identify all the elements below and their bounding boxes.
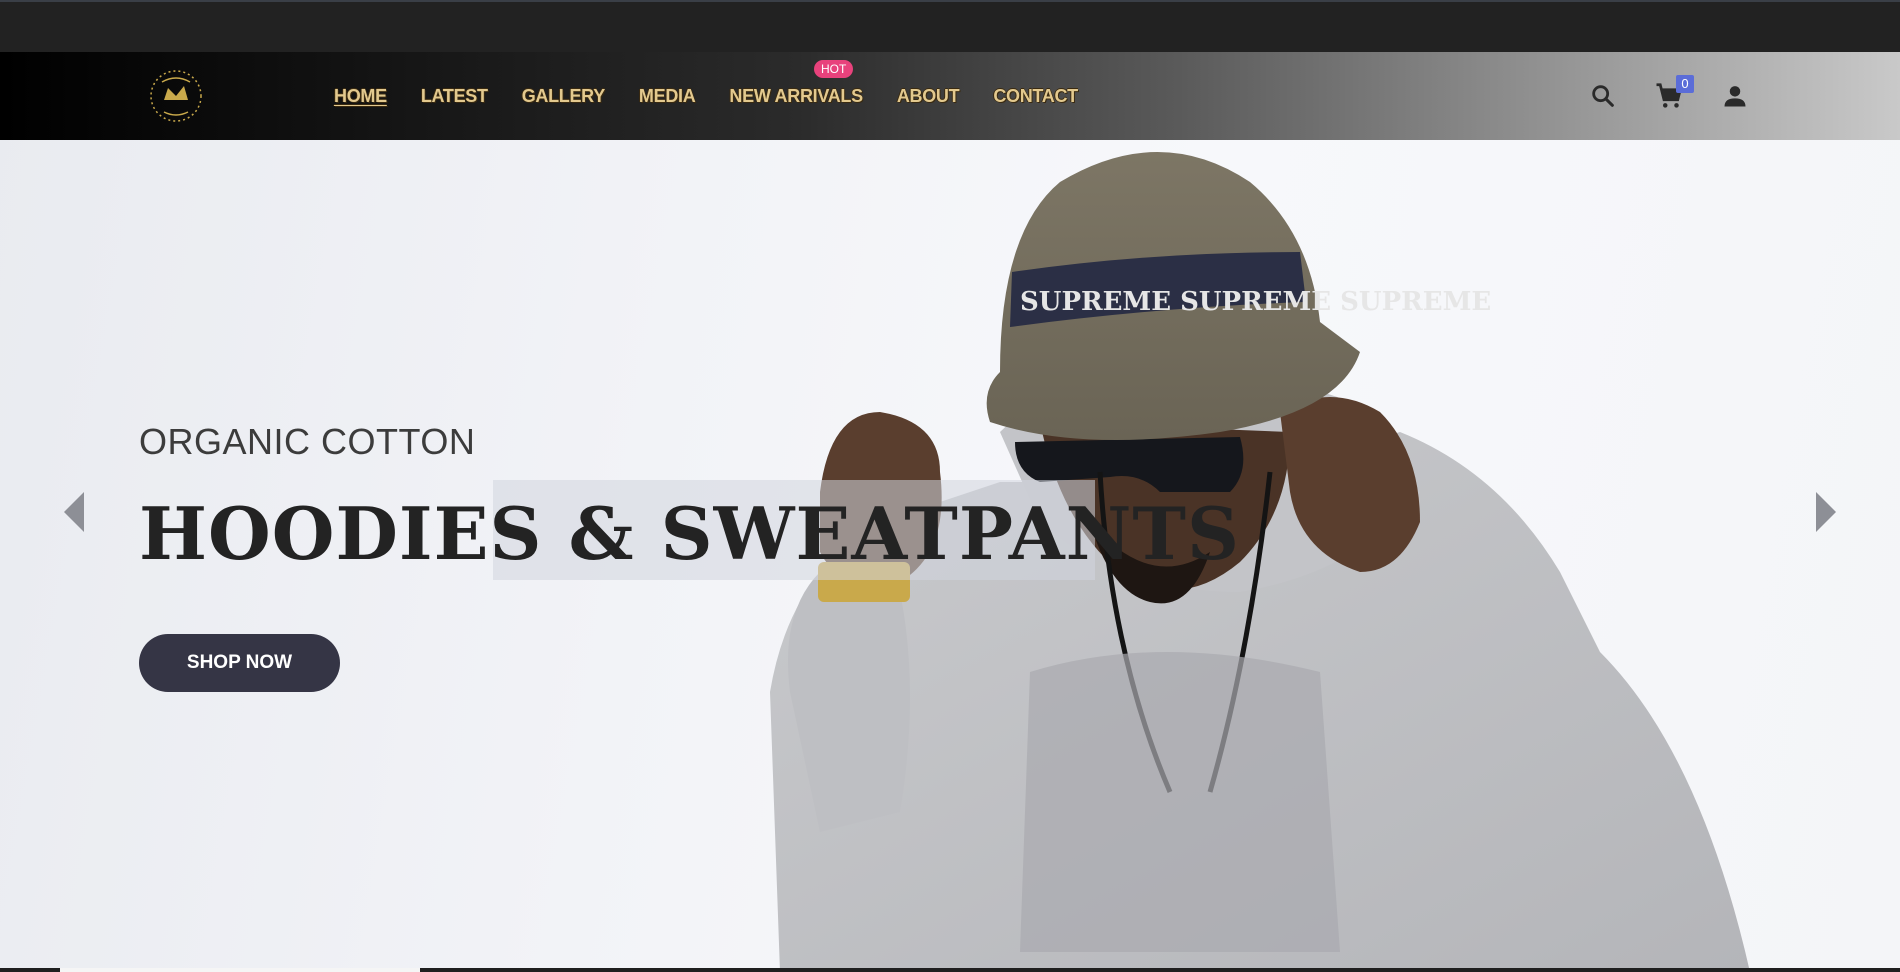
- nav-item-media[interactable]: MEDIA: [639, 86, 696, 107]
- hero-title: HOODIES & SWEATPANTS: [139, 491, 1240, 576]
- nav-item-new-arrivals[interactable]: NEW ARRIVALS: [729, 86, 863, 107]
- brand-logo[interactable]: [148, 66, 204, 126]
- search-icon[interactable]: [1586, 79, 1620, 113]
- hot-badge: HOT: [814, 60, 854, 78]
- nav-item-gallery[interactable]: GALLERY: [522, 86, 606, 107]
- nav-menu: HOME LATEST GALLERY MEDIA NEW ARRIVALS A…: [334, 52, 1112, 140]
- shop-now-button[interactable]: SHOP NOW: [139, 634, 340, 692]
- nav-icons: 0: [1586, 52, 1784, 140]
- browser-top-bar: [0, 0, 1900, 52]
- hat-band-text: SUPREME SUPREME SUPREME: [1020, 287, 1491, 317]
- user-icon[interactable]: [1718, 79, 1752, 113]
- nav-item-latest[interactable]: LATEST: [421, 86, 488, 107]
- logo-crown-icon: [150, 70, 202, 122]
- nav-item-about[interactable]: ABOUT: [897, 86, 960, 107]
- slider-progress: [0, 968, 1900, 972]
- nav-item-home[interactable]: HOME: [334, 86, 387, 107]
- slider-progress-fill: [60, 968, 420, 972]
- hero-subtitle: ORGANIC COTTON: [139, 421, 476, 462]
- cart-icon[interactable]: 0: [1652, 75, 1694, 113]
- main-navigation: HOME LATEST GALLERY MEDIA NEW ARRIVALS A…: [0, 52, 1900, 140]
- arrow-right-icon[interactable]: [1814, 490, 1838, 534]
- cart-count-badge: 0: [1676, 75, 1694, 93]
- nav-item-contact[interactable]: CONTACT: [993, 86, 1078, 107]
- arrow-left-icon[interactable]: [62, 490, 86, 534]
